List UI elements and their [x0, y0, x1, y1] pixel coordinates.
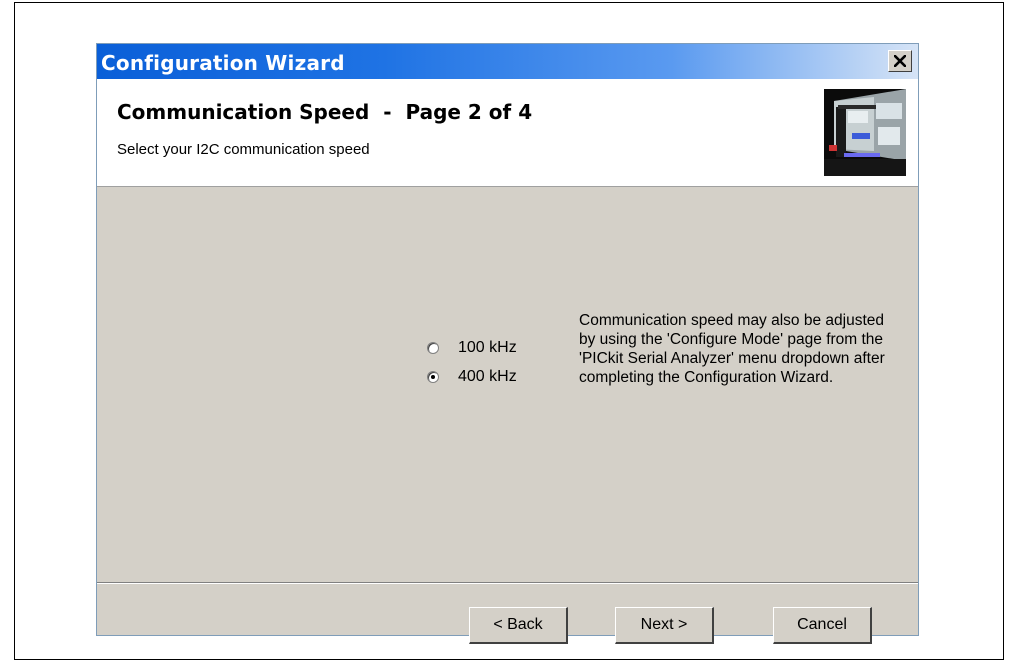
page-title: Communication Speed - Page 2 of 4 [117, 100, 533, 124]
configuration-wizard-dialog: Configuration Wizard Communication Speed… [96, 43, 919, 644]
title-bar[interactable]: Configuration Wizard [97, 44, 918, 79]
speed-radio-group: 100 kHz 400 kHz [427, 333, 517, 391]
wizard-header: Communication Speed - Page 2 of 4 Select… [97, 79, 918, 187]
radio-label-400khz[interactable]: 400 kHz [458, 368, 517, 386]
close-button[interactable] [888, 50, 912, 72]
speed-note: Communication speed may also be adjusted… [579, 312, 885, 386]
radio-selected-dot [431, 374, 435, 379]
back-button[interactable]: < Back [469, 607, 568, 644]
cancel-button[interactable]: Cancel [773, 607, 872, 644]
radio-button-400khz[interactable] [427, 370, 439, 383]
next-button[interactable]: Next > [615, 607, 714, 644]
radio-button-100khz[interactable] [427, 341, 439, 354]
close-icon [894, 55, 906, 67]
radio-400khz[interactable]: 400 kHz [427, 362, 517, 391]
wizard-body: 100 kHz 400 kHz Communication speed may … [97, 187, 918, 582]
page-subtitle: Select your I2C communication speed [117, 141, 370, 158]
window-title: Configuration Wizard [101, 51, 345, 75]
footer-separator [97, 582, 918, 584]
radio-100khz[interactable]: 100 kHz [427, 333, 517, 362]
radio-label-100khz[interactable]: 100 kHz [458, 339, 517, 357]
wizard-header-image [824, 89, 906, 176]
